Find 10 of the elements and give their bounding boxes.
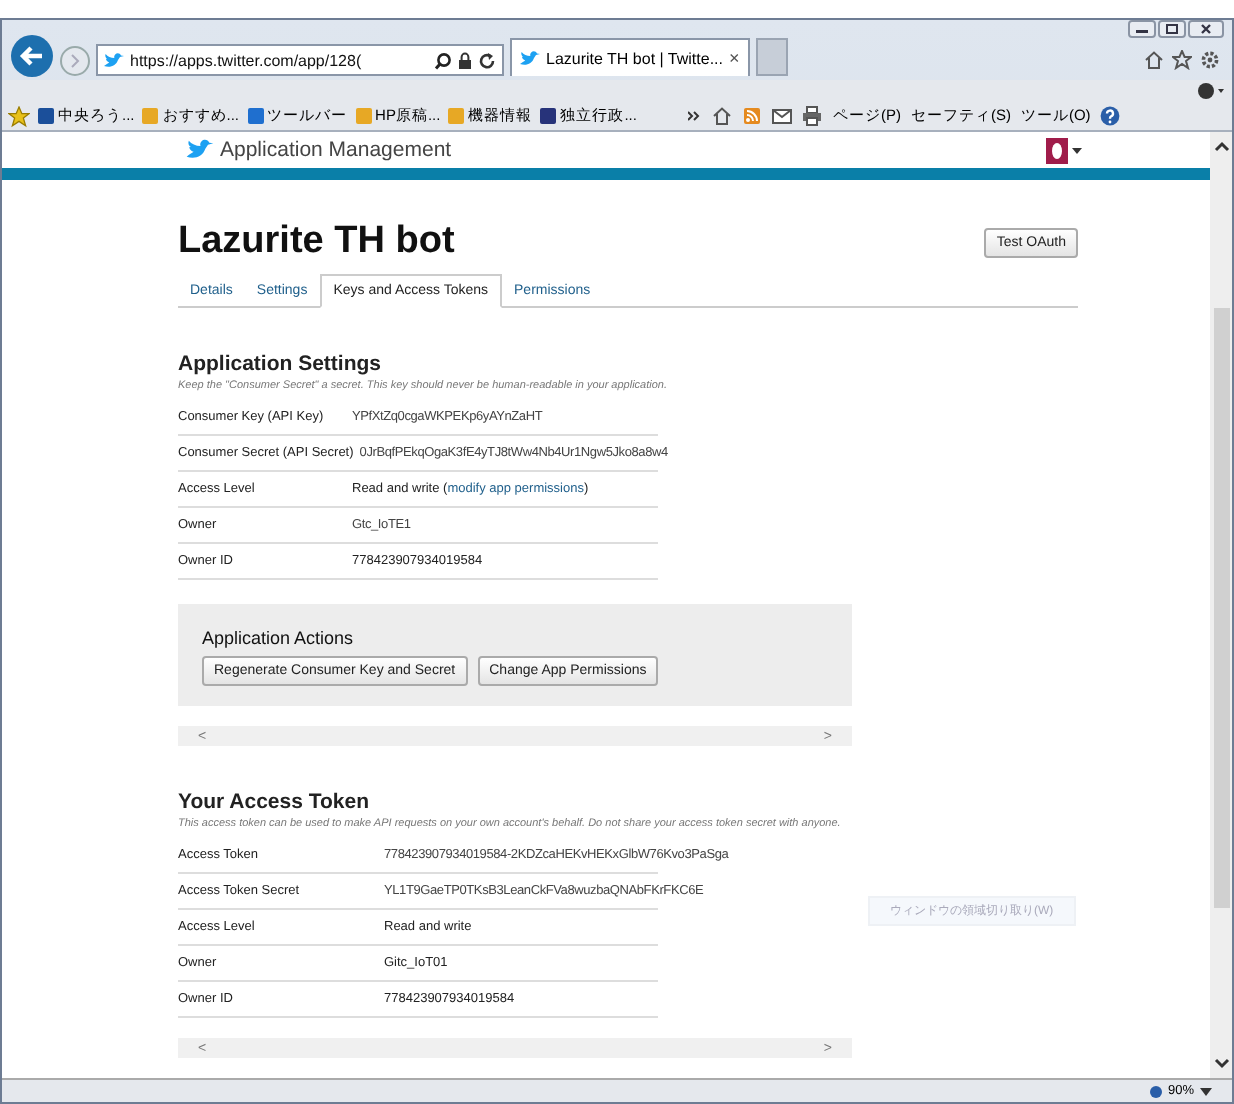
close-tab-button[interactable]: × [729,48,740,68]
address-bar[interactable]: https://apps.twitter.com/app/128( [96,44,504,76]
panel-heading: Application Actions [202,628,356,648]
tab-title: Lazurite TH bot | Twitte... [546,49,723,67]
url-text: https://apps.twitter.com/app/128( [130,51,364,69]
section-heading: Application Settings [178,352,384,376]
section-heading: Your Access Token [178,790,372,814]
app-management-title[interactable]: Application Management [220,138,452,162]
browser-tab[interactable]: Lazurite TH bot | Twitte... × [510,38,750,76]
app-title: Lazurite TH bot [178,220,455,264]
